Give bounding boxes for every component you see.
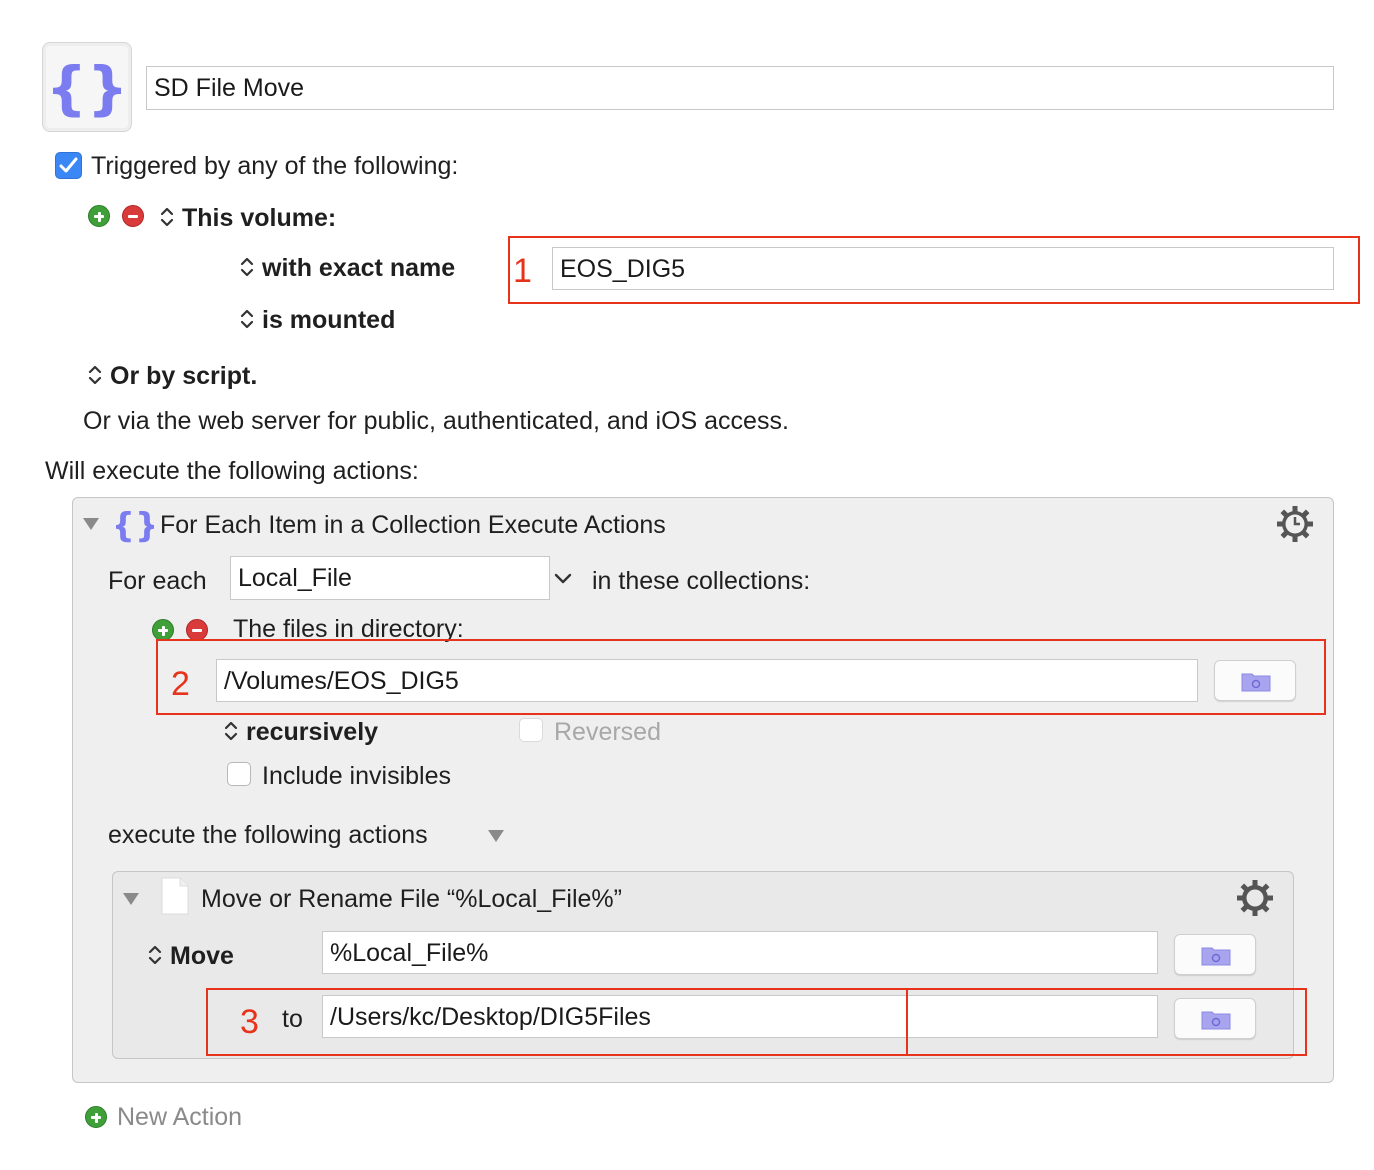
for-each-label: For each	[108, 567, 207, 595]
mount-state-label: is mounted	[262, 306, 396, 334]
choose-source-button[interactable]	[1174, 934, 1256, 975]
webserver-text: Or via the web server for public, authen…	[83, 407, 789, 435]
gear-icon[interactable]	[1275, 504, 1315, 544]
macro-name-field[interactable]: SD File Move	[146, 66, 1334, 110]
triggered-label: Triggered by any of the following:	[91, 152, 459, 180]
add-trigger-button[interactable]	[88, 205, 110, 227]
reversed-checkbox[interactable]	[519, 718, 543, 742]
annotation-box-3-left	[206, 988, 908, 1056]
document-icon	[161, 877, 189, 915]
chevron-updown-icon	[224, 721, 238, 741]
source-path-field[interactable]: %Local_File%	[322, 931, 1158, 974]
variable-field[interactable]: Local_File	[230, 556, 550, 600]
for-each-action-title: For Each Item in a Collection Execute Ac…	[160, 511, 666, 539]
new-action-button[interactable]: New Action	[117, 1102, 242, 1132]
include-invisibles-label: Include invisibles	[262, 762, 451, 790]
script-trigger-popup[interactable]: Or by script.	[88, 361, 257, 391]
chevron-updown-icon	[88, 365, 102, 385]
remove-trigger-button[interactable]	[122, 205, 144, 227]
checkmark-icon	[59, 157, 77, 172]
trigger-type-label: This volume:	[182, 204, 337, 232]
triggered-checkbox[interactable]	[55, 152, 82, 179]
include-invisibles-checkbox[interactable]	[227, 762, 251, 786]
collections-label: in these collections:	[592, 567, 811, 595]
annotation-number-2: 2	[171, 665, 190, 703]
remove-collection-button[interactable]	[186, 619, 208, 641]
chevron-updown-icon	[148, 945, 162, 965]
reversed-label: Reversed	[554, 718, 661, 746]
move-mode-label: Move	[170, 942, 234, 970]
chevron-updown-icon	[240, 257, 254, 277]
annotation-box-3	[906, 988, 1307, 1056]
collapse-triangle-icon[interactable]	[123, 893, 139, 905]
folder-icon	[1201, 947, 1231, 966]
recursively-label: recursively	[246, 718, 379, 746]
collapse-triangle-icon[interactable]	[83, 518, 99, 530]
add-collection-button[interactable]	[152, 619, 174, 641]
trigger-type-popup[interactable]: This volume:	[160, 203, 336, 233]
execute-actions-label: execute the following actions	[108, 821, 428, 849]
name-condition-popup[interactable]: with exact name	[240, 253, 455, 283]
move-action-title: Move or Rename File “%Local_File%”	[201, 885, 622, 913]
recursively-popup[interactable]: recursively	[224, 717, 378, 747]
annotation-box-2	[156, 639, 1326, 715]
svg-text:{}: {}	[116, 506, 154, 545]
script-trigger-label: Or by script.	[110, 362, 258, 390]
curly-braces-icon: {}	[46, 54, 129, 122]
name-condition-label: with exact name	[262, 254, 456, 282]
actions-heading: Will execute the following actions:	[45, 457, 419, 485]
disclosure-triangle-icon[interactable]	[488, 830, 504, 842]
macro-icon-well[interactable]: {}	[42, 42, 132, 132]
gear-icon[interactable]	[1235, 878, 1275, 918]
new-action-plus-icon[interactable]	[85, 1106, 107, 1128]
chevron-down-icon[interactable]	[554, 573, 572, 585]
annotation-number-1: 1	[513, 252, 532, 290]
chevron-updown-icon	[160, 207, 174, 227]
annotation-box-1	[508, 236, 1360, 304]
move-mode-popup[interactable]: Move	[148, 941, 234, 971]
mount-state-popup[interactable]: is mounted	[240, 305, 395, 335]
annotation-number-3: 3	[240, 1003, 259, 1041]
chevron-updown-icon	[240, 309, 254, 329]
svg-text:{}: {}	[46, 54, 129, 122]
curly-braces-icon: {}	[116, 506, 154, 545]
